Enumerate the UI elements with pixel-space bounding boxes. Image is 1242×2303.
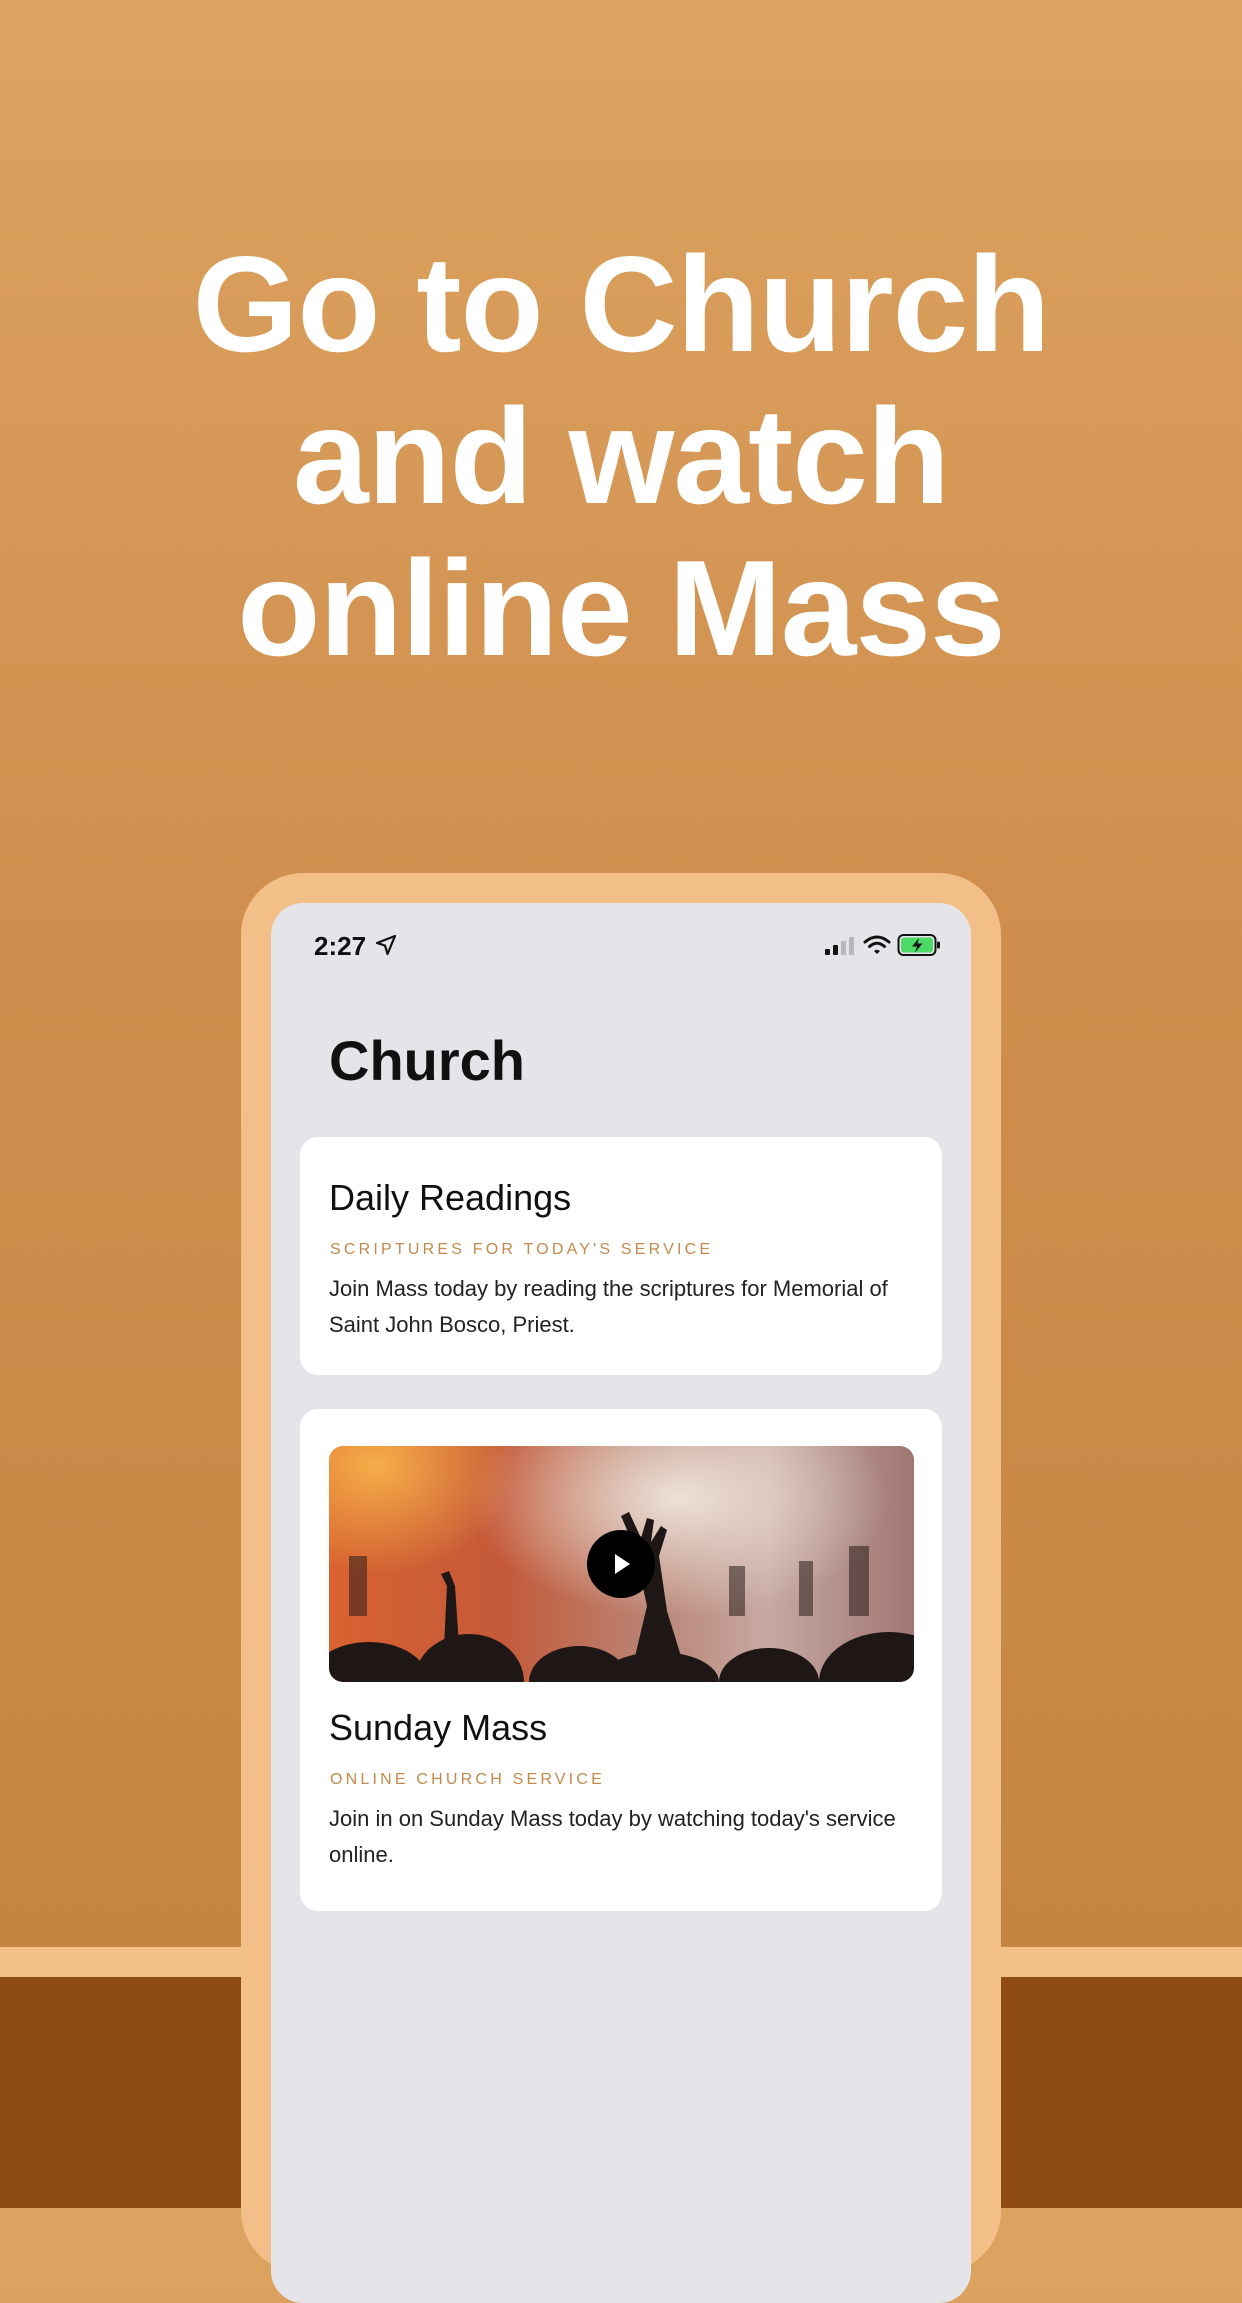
marketing-headline: Go to Church and watch online Mass xyxy=(0,228,1242,684)
location-arrow-icon xyxy=(375,934,397,956)
play-button[interactable] xyxy=(587,1530,655,1598)
headline-line-3: online Mass xyxy=(237,532,1005,684)
video-thumbnail[interactable] xyxy=(329,1446,914,1682)
daily-readings-card[interactable]: Daily Readings SCRIPTURES FOR TODAY'S SE… xyxy=(300,1137,942,1375)
headline-line-2: and watch xyxy=(293,380,950,532)
card-subtitle: SCRIPTURES FOR TODAY'S SERVICE xyxy=(330,1241,714,1258)
battery-charging-icon xyxy=(897,934,940,956)
card-subtitle: ONLINE CHURCH SERVICE xyxy=(330,1771,605,1788)
card-description: Join Mass today by reading the scripture… xyxy=(329,1276,888,1337)
status-time: 2:27 xyxy=(314,931,367,961)
play-icon xyxy=(615,1554,630,1574)
sunday-mass-card[interactable]: Sunday Mass ONLINE CHURCH SERVICE Join i… xyxy=(300,1409,942,1911)
status-bar: 2:27 xyxy=(271,903,971,983)
headline-line-1: Go to Church xyxy=(192,228,1051,380)
page-title: Church xyxy=(329,1029,525,1092)
cellular-signal-icon xyxy=(825,937,854,955)
wifi-icon xyxy=(863,935,891,954)
card-title: Sunday Mass xyxy=(329,1707,548,1748)
card-title: Daily Readings xyxy=(329,1177,572,1218)
phone-screen: 2:27 Church Daily Readings SCRIPTURES FO… xyxy=(271,903,971,2303)
card-description: Join in on Sunday Mass today by watching… xyxy=(329,1806,896,1867)
